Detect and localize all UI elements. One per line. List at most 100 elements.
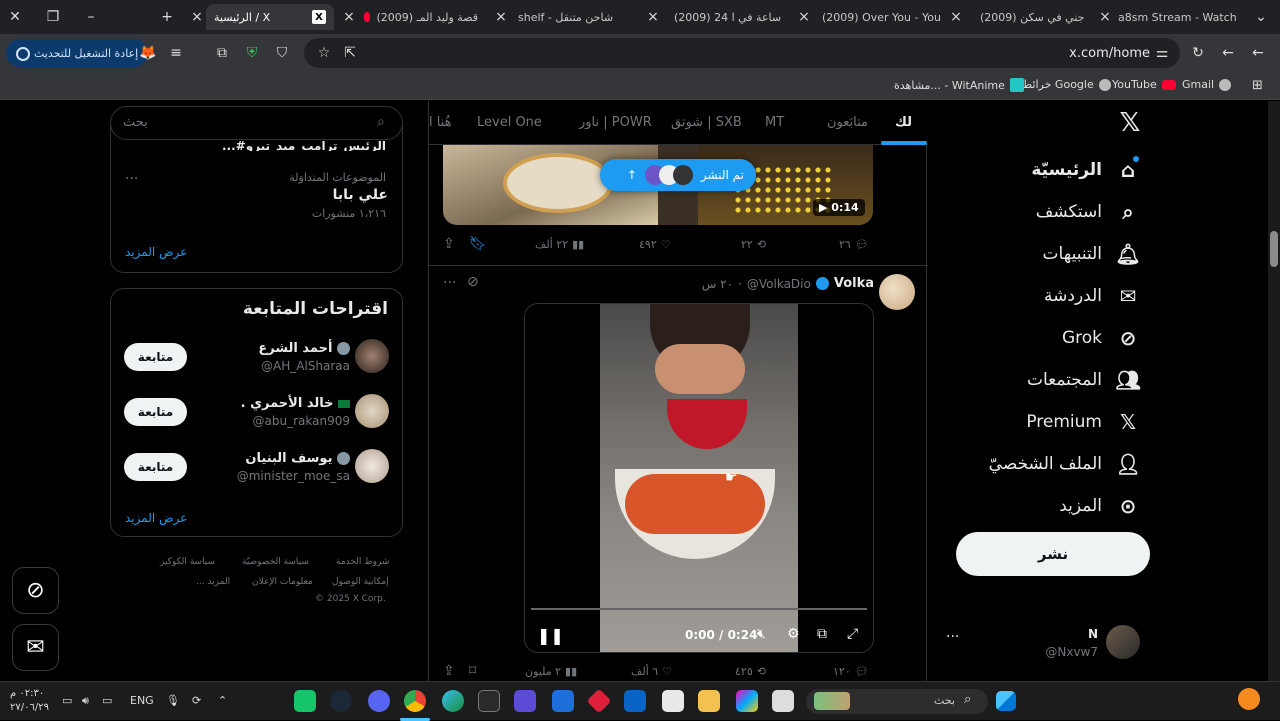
nav-premium[interactable]: 𝕏 Premium [1026, 410, 1140, 434]
nav-messages[interactable]: ✉ الدردشة [1044, 284, 1140, 308]
more-dots-icon[interactable]: ··· [125, 171, 138, 187]
close-window-icon[interactable]: ✕ [2, 4, 28, 30]
mute-icon[interactable]: 🔇︎ [757, 626, 766, 642]
nav-more[interactable]: ⊙ المزيد [1059, 494, 1140, 518]
windows-start-icon[interactable] [996, 691, 1016, 711]
extension-icon[interactable]: 🦊 [138, 43, 158, 63]
settings-gear-icon[interactable]: ⚙ [787, 626, 800, 642]
nav-profile[interactable]: 👤︎ الملف الشخصيّ [989, 452, 1141, 476]
tab-sxb[interactable]: شوتق | SXB [671, 115, 742, 130]
notification-icon[interactable] [1238, 688, 1260, 710]
nav-explore[interactable]: ⌕ استكشف [1036, 200, 1140, 224]
browser-tab[interactable]: a8sm Stream - Watch [1104, 4, 1242, 30]
bookmark-icon[interactable]: ⌑ [469, 663, 476, 679]
tab-search-icon[interactable]: ⌄ [1248, 4, 1274, 30]
chevron-up-icon[interactable]: ⌃ [218, 694, 227, 707]
suggestion-name[interactable]: يوسف البنيان [245, 451, 350, 466]
suggestion-name[interactable]: أحمد الشرع [258, 341, 350, 356]
suggestion-name[interactable]: . خالد الأحمري [241, 396, 350, 411]
steam-icon[interactable] [330, 690, 352, 712]
site-settings-icon[interactable]: ⚌ [1152, 43, 1172, 63]
avatar[interactable] [355, 449, 389, 483]
avatar[interactable] [355, 394, 389, 428]
close-tab-icon[interactable]: × [488, 4, 514, 30]
bookmark-gmail[interactable]: Gmail [1182, 78, 1232, 91]
update-restart-button[interactable]: إعادة التشغيل للتحديث [6, 39, 149, 67]
outlook-icon[interactable] [624, 690, 646, 712]
shield-icon[interactable]: ⛉ [272, 43, 292, 63]
share-icon[interactable]: ⇪ [443, 236, 455, 252]
nav-communities[interactable]: 👥︎ المجتمعات [1027, 368, 1141, 392]
minimize-icon[interactable]: – [78, 4, 104, 30]
messages-float-button[interactable]: ✉ [12, 624, 59, 671]
bookmark-icon[interactable]: 🔖︎ [469, 236, 487, 252]
install-app-icon[interactable]: ⇱ [340, 43, 360, 63]
post-button[interactable]: نشر [956, 532, 1150, 576]
file-explorer-icon[interactable] [698, 690, 720, 712]
bookmark-star-icon[interactable]: ☆ [314, 43, 334, 63]
back-icon[interactable]: ← [1248, 43, 1268, 63]
nav-grok[interactable]: ⊘ Grok [1062, 326, 1140, 350]
tab-powr[interactable]: ناور | POWR [579, 115, 652, 130]
x-logo-icon[interactable]: 𝕏 [1116, 108, 1144, 138]
close-tab-icon[interactable]: × [336, 4, 362, 30]
bookmark-google-maps[interactable]: خرائط Google [1022, 78, 1111, 91]
follow-button[interactable]: متابعة [124, 453, 187, 481]
browser-tab[interactable]: (2009) 24 ساعة في ا [660, 4, 788, 30]
follow-button[interactable]: متابعة [124, 343, 187, 371]
repost-button[interactable]: ٤٢٥ ⟲ [735, 665, 766, 678]
more-dots-icon[interactable]: ··· [443, 275, 456, 291]
sync-icon[interactable]: ⟳ [192, 694, 201, 707]
app-icon[interactable] [294, 690, 316, 712]
browser-tab[interactable]: shelf - شاحن متنقل [510, 4, 638, 30]
epic-games-icon[interactable] [478, 690, 500, 712]
scrollbar[interactable] [1268, 101, 1280, 681]
reply-button[interactable]: ١٢٠ 💬︎ [833, 665, 869, 678]
edge-icon[interactable] [442, 690, 464, 712]
app-icon[interactable] [586, 688, 612, 714]
close-tab-icon[interactable]: × [943, 4, 969, 30]
follow-button[interactable]: متابعة [124, 398, 187, 426]
media-control-icon[interactable]: ≡ [166, 43, 186, 63]
new-tab-icon[interactable]: + [154, 4, 180, 30]
pause-icon[interactable]: ❚❚ [537, 626, 564, 645]
bookmark-witanime[interactable]: مشاهدة... - WitAnime [894, 78, 1024, 92]
browser-tab-active[interactable]: الرئيسية / X X [206, 4, 334, 30]
display-icon[interactable]: ▭ [102, 694, 112, 707]
chrome-icon[interactable] [404, 690, 426, 712]
discord-icon[interactable] [368, 690, 390, 712]
browser-tab[interactable]: (2009) Over You - You [808, 4, 942, 30]
avatar[interactable] [355, 339, 389, 373]
tab-for-you[interactable]: لك [895, 115, 912, 130]
account-switcher[interactable]: N @Nxvw7 ··· [942, 623, 1152, 671]
new-posts-pill[interactable]: ↑ تم النشر [600, 159, 756, 191]
close-tab-icon[interactable]: × [1092, 4, 1118, 30]
browser-tab[interactable]: (2009) جني في سكن [966, 4, 1092, 30]
reload-icon[interactable]: ↻ [1188, 43, 1208, 63]
browser-tab[interactable]: (2009) قصة وليد المـ [356, 4, 486, 30]
views-button[interactable]: ٢٢ ألف ▮▮ [535, 238, 584, 251]
nav-home[interactable]: ⌂ الرئيسيّة [1031, 158, 1140, 182]
microsoft-store-icon[interactable] [662, 690, 684, 712]
address-bar[interactable]: x.com/home [304, 38, 1180, 68]
views-button[interactable]: ٢ مليون ▮▮ [525, 665, 577, 678]
nav-notifications[interactable]: 🔔︎ التنبيهات [1043, 242, 1141, 266]
adguard-icon[interactable]: ⛨ [242, 43, 262, 63]
repost-button[interactable]: ٢٢ ⟲ [741, 238, 766, 251]
close-tab-icon[interactable]: × [184, 4, 210, 30]
video-progress-track[interactable] [531, 608, 867, 610]
like-button[interactable]: ٦ ألف ♡ [631, 665, 672, 678]
extensions-puzzle-icon[interactable]: ⧉ [212, 43, 232, 63]
share-icon[interactable]: ⇪ [443, 663, 455, 679]
grok-float-button[interactable]: ⊘ [12, 567, 59, 614]
forward-icon[interactable]: ← [1218, 43, 1238, 63]
fullscreen-icon[interactable]: ⤢ [847, 626, 858, 642]
bookmark-youtube[interactable]: YouTube [1112, 78, 1176, 91]
video-player[interactable]: ☛ ❚❚ 0:00 / 0:24 🔇︎ ⚙ ⧉ ⤢ [524, 303, 874, 653]
volume-icon[interactable]: 🔊︎ [82, 694, 89, 708]
tab-following[interactable]: متابَعون [827, 115, 868, 130]
app-icon[interactable] [514, 690, 536, 712]
app-icon[interactable] [772, 690, 794, 712]
avatar[interactable] [879, 274, 915, 310]
battery-icon[interactable]: ▭ [62, 694, 72, 707]
